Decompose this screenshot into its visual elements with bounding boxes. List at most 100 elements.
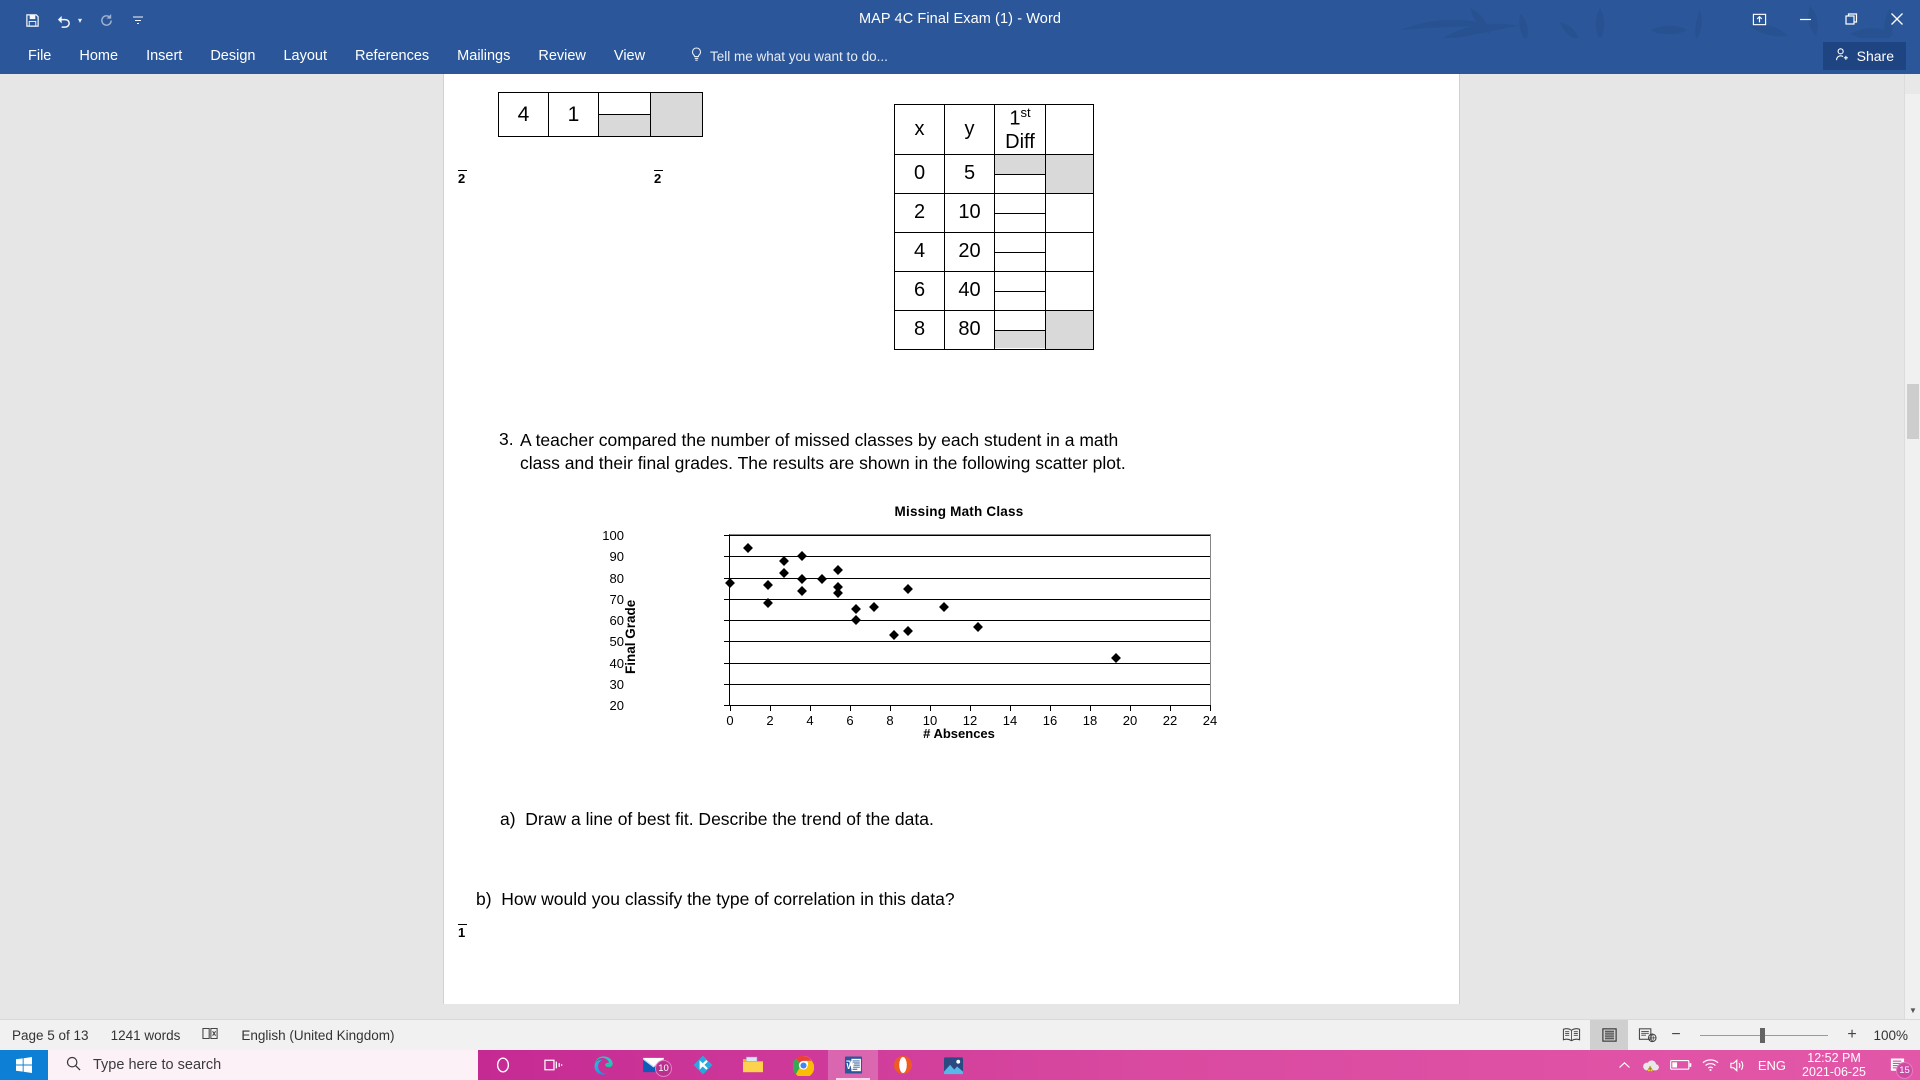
zoom-slider[interactable] [1694, 1020, 1834, 1051]
onedrive-warning-icon[interactable] [1641, 1058, 1660, 1073]
part-a-label: a) [500, 809, 516, 829]
table-cell-y: 10 [944, 192, 995, 233]
search-input[interactable]: Type here to search [48, 1050, 478, 1080]
zoom-slider-thumb[interactable] [1760, 1027, 1765, 1043]
read-mode-icon[interactable] [1552, 1020, 1590, 1051]
zoom-out-button[interactable]: − [1666, 1026, 1686, 1044]
vertical-scrollbar[interactable]: ▼ [1904, 74, 1920, 1019]
chart-x-tick [930, 705, 931, 711]
chart-y-tick [724, 662, 730, 664]
language-indicator[interactable]: English (United Kingdom) [241, 1028, 394, 1043]
chart-data-point [797, 573, 807, 584]
tell-me-search[interactable]: Tell me what you want to do... [690, 38, 888, 74]
window-controls[interactable] [1736, 0, 1920, 38]
chart-y-tick-label: 100 [602, 528, 624, 543]
tray-language[interactable]: ENG [1758, 1058, 1786, 1073]
chart-x-tick [1090, 705, 1091, 711]
table-cell-y: 80 [944, 309, 995, 350]
tab-view[interactable]: View [600, 38, 659, 74]
chart-y-axis-label: Final Grade [623, 599, 638, 674]
chart-data-point [903, 625, 913, 636]
table-cell-diff [994, 270, 1046, 311]
system-tray[interactable]: ENG 12:52 PM 2021-06-25 15 [1618, 1050, 1920, 1080]
zoom-level[interactable]: 100% [1862, 1028, 1908, 1043]
scroll-down-arrow-icon[interactable]: ▼ [1905, 1002, 1920, 1019]
table-cell: 1 [548, 92, 599, 137]
mail-icon[interactable]: 10 [628, 1050, 678, 1080]
chart-gridline [730, 662, 1210, 664]
battery-icon[interactable] [1669, 1059, 1692, 1071]
tab-home[interactable]: Home [65, 38, 132, 74]
table-row: 4 20 [894, 231, 1094, 272]
tab-references[interactable]: References [341, 38, 443, 74]
question-text: A teacher compared the number of missed … [520, 430, 1126, 474]
tab-file[interactable]: File [14, 38, 65, 74]
title-bar: ▾ MAP 4C Final Exam (1) - Word [0, 0, 1920, 44]
file-explorer-icon[interactable] [728, 1050, 778, 1080]
chart-data-point [851, 604, 861, 615]
taskbar-items[interactable]: 10 W [478, 1050, 978, 1080]
ribbon-tabs[interactable]: File Home Insert Design Layout Reference… [14, 38, 659, 74]
table-cell-blank-shaded [1045, 153, 1094, 194]
tab-layout[interactable]: Layout [269, 38, 341, 74]
wifi-icon[interactable] [1702, 1058, 1719, 1072]
edge-icon[interactable] [578, 1050, 628, 1080]
chart-y-tick-label: 50 [609, 634, 624, 650]
tab-review[interactable]: Review [524, 38, 600, 74]
chart-x-tick [770, 705, 771, 711]
chrome-icon[interactable] [778, 1050, 828, 1080]
table-cell-diff [994, 309, 1046, 350]
clock[interactable]: 12:52 PM 2021-06-25 [1796, 1051, 1872, 1080]
table-row: 8 80 [894, 309, 1094, 350]
ribbon-options-icon[interactable] [1736, 0, 1782, 38]
scrollbar-thumb[interactable] [1907, 384, 1919, 439]
svg-text:W: W [846, 1062, 854, 1071]
scrollbar-top-cap [1905, 74, 1920, 94]
zoom-in-button[interactable]: + [1842, 1026, 1862, 1044]
ribbon-tab-bar: File Home Insert Design Layout Reference… [0, 38, 1920, 74]
word-count[interactable]: 1241 words [111, 1028, 181, 1043]
chart-gridline [730, 641, 1210, 643]
question-number: 3. [499, 429, 514, 449]
table-cell-x: 2 [894, 192, 945, 233]
notification-count: 15 [1896, 1062, 1913, 1079]
document-page[interactable]: 4 1 2 2 1 x y 1st Diff 0 5 2 10 4 20 6 4… [443, 74, 1460, 1004]
kodi-icon[interactable] [678, 1050, 728, 1080]
cortana-icon[interactable] [478, 1050, 528, 1080]
opera-icon[interactable] [878, 1050, 928, 1080]
page-indicator[interactable]: Page 5 of 13 [12, 1028, 89, 1043]
table-cell-blank-shaded [1045, 309, 1094, 350]
volume-icon[interactable] [1729, 1058, 1748, 1073]
table-cell-x: 8 [894, 309, 945, 350]
tab-design[interactable]: Design [196, 38, 269, 74]
action-center-icon[interactable]: 15 [1882, 1050, 1913, 1080]
minimize-icon[interactable] [1782, 0, 1828, 38]
photos-icon[interactable] [928, 1050, 978, 1080]
tab-insert[interactable]: Insert [132, 38, 196, 74]
chart-y-tick [724, 641, 730, 643]
chart-x-tick [1130, 705, 1131, 711]
chevron-up-icon[interactable] [1618, 1060, 1631, 1071]
margin-mark-2a: 2 [458, 170, 467, 186]
chart-gridline [730, 683, 1210, 685]
tab-mailings[interactable]: Mailings [443, 38, 524, 74]
web-layout-icon[interactable] [1628, 1020, 1666, 1051]
table-cell-x: 0 [894, 153, 945, 194]
chart-y-tick [724, 683, 730, 685]
restore-icon[interactable] [1828, 0, 1874, 38]
chart-x-tick [1010, 705, 1011, 711]
windows-start-icon[interactable] [0, 1050, 48, 1080]
share-button[interactable]: Share [1822, 42, 1906, 70]
proofing-errors-icon[interactable] [202, 1026, 219, 1044]
chart-y-tick-label: 40 [609, 655, 624, 671]
print-layout-icon[interactable] [1590, 1019, 1628, 1051]
document-work-area: 4 1 2 2 1 x y 1st Diff 0 5 2 10 4 20 6 4… [0, 74, 1920, 1019]
chart-x-tick [1050, 705, 1051, 711]
chart-data-point [903, 584, 913, 595]
chart-x-tick [730, 705, 731, 711]
chart-gridline [730, 598, 1210, 600]
word-icon[interactable]: W [828, 1050, 878, 1080]
mail-badge: 10 [655, 1060, 672, 1077]
task-view-icon[interactable] [528, 1050, 578, 1080]
close-icon[interactable] [1874, 0, 1920, 38]
